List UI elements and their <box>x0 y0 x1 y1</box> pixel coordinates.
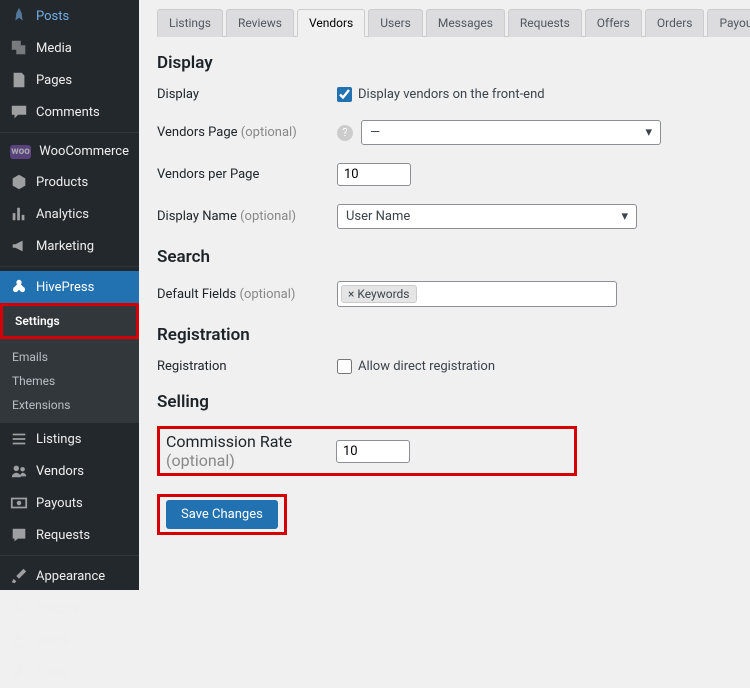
tab-vendors[interactable]: Vendors <box>297 9 365 37</box>
chart-icon <box>10 205 28 223</box>
sidebar-item-label: Requests <box>36 528 90 543</box>
help-icon[interactable]: ? <box>337 125 353 141</box>
sidebar-submenu-cont: Emails Themes Extensions <box>0 339 139 423</box>
sidebar-item-appearance[interactable]: Appearance <box>0 560 139 592</box>
sidebar-item-requests[interactable]: Requests <box>0 519 139 551</box>
section-search-title: Search <box>157 247 732 267</box>
sidebar-item-label: Marketing <box>36 239 94 254</box>
sidebar-sub-extensions[interactable]: Extensions <box>0 393 139 417</box>
sidebar-item-label: Products <box>36 175 88 190</box>
sidebar-item-tools[interactable]: Tools <box>0 656 139 688</box>
chevron-down-icon: ▾ <box>645 125 652 140</box>
tab-requests[interactable]: Requests <box>508 9 582 37</box>
sidebar-item-label: Plugins <box>36 601 79 616</box>
sidebar-item-label: WooCommerce <box>39 144 129 159</box>
sidebar-sub-themes[interactable]: Themes <box>0 369 139 393</box>
sidebar-item-products[interactable]: Products <box>0 166 139 198</box>
sidebar-item-comments[interactable]: Comments <box>0 96 139 128</box>
pin-icon <box>10 7 28 25</box>
tab-users[interactable]: Users <box>368 9 423 37</box>
save-button[interactable]: Save Changes <box>166 500 278 529</box>
sidebar-item-payouts[interactable]: Payouts <box>0 487 139 519</box>
sidebar-item-label: HivePress <box>36 280 94 295</box>
sidebar-item-label: Appearance <box>36 569 105 584</box>
sidebar-item-label: Media <box>36 41 72 56</box>
commission-highlight: Commission Rate (optional) <box>157 426 577 476</box>
display-name-label: Display Name (optional) <box>157 209 337 224</box>
section-registration-title: Registration <box>157 325 732 345</box>
plug-icon <box>10 599 28 617</box>
users-icon <box>10 462 28 480</box>
sidebar-item-label: Listings <box>36 432 81 447</box>
hivepress-icon <box>10 278 28 296</box>
vendors-per-page-input[interactable] <box>337 163 411 186</box>
allow-registration-checkbox[interactable] <box>337 359 352 374</box>
tab-listings[interactable]: Listings <box>157 9 223 37</box>
default-fields-input[interactable]: × Keywords <box>337 281 617 307</box>
display-label: Display <box>157 87 337 102</box>
admin-sidebar: Posts Media Pages Comments woo WooCommerc… <box>0 0 139 590</box>
sidebar-item-media[interactable]: Media <box>0 32 139 64</box>
sidebar-item-label: Pages <box>36 73 72 88</box>
settings-tabs: ListingsReviewsVendorsUsersMessagesReque… <box>157 8 732 37</box>
sidebar-item-listings[interactable]: Listings <box>0 423 139 455</box>
sidebar-item-vendors[interactable]: Vendors <box>0 455 139 487</box>
display-vendors-text: Display vendors on the front-end <box>358 87 545 102</box>
sidebar-item-label: Vendors <box>36 464 84 479</box>
page-icon <box>10 71 28 89</box>
tab-messages[interactable]: Messages <box>426 9 505 37</box>
tab-payouts[interactable]: Payouts <box>707 9 750 37</box>
registration-label: Registration <box>157 359 337 374</box>
list-icon <box>10 430 28 448</box>
sidebar-item-plugins[interactable]: Plugins <box>0 592 139 624</box>
allow-registration-text: Allow direct registration <box>358 359 495 374</box>
comment-icon <box>10 103 28 121</box>
sidebar-item-label: Posts <box>36 9 69 24</box>
sidebar-item-label: Tools <box>36 665 68 680</box>
sidebar-item-pages[interactable]: Pages <box>0 64 139 96</box>
chevron-down-icon: ▾ <box>621 209 628 224</box>
sidebar-submenu: Settings <box>0 303 139 339</box>
sidebar-item-woocommerce[interactable]: woo WooCommerce <box>0 137 139 166</box>
main-content: ListingsReviewsVendorsUsersMessagesReque… <box>139 0 750 590</box>
sidebar-item-label: Analytics <box>36 207 89 222</box>
woo-icon: woo <box>10 145 31 159</box>
sidebar-item-marketing[interactable]: Marketing <box>0 230 139 262</box>
request-icon <box>10 526 28 544</box>
default-fields-label: Default Fields (optional) <box>157 287 337 302</box>
media-icon <box>10 39 28 57</box>
tab-orders[interactable]: Orders <box>645 9 705 37</box>
sidebar-item-users[interactable]: Users <box>0 624 139 656</box>
sidebar-sub-emails[interactable]: Emails <box>0 345 139 369</box>
tab-reviews[interactable]: Reviews <box>226 9 294 37</box>
sidebar-item-label: Users <box>36 633 69 648</box>
per-page-label: Vendors per Page <box>157 167 337 182</box>
sidebar-sub-settings[interactable]: Settings <box>3 306 136 336</box>
display-name-select[interactable]: User Name▾ <box>337 204 637 229</box>
vendors-page-select[interactable]: —▾ <box>361 120 661 145</box>
user-icon <box>10 631 28 649</box>
sidebar-item-hivepress[interactable]: HivePress <box>0 271 139 303</box>
keywords-tag[interactable]: × Keywords <box>341 285 417 303</box>
megaphone-icon <box>10 237 28 255</box>
commission-label: Commission Rate (optional) <box>166 432 336 470</box>
money-icon <box>10 494 28 512</box>
commission-rate-input[interactable] <box>336 440 410 463</box>
save-highlight: Save Changes <box>157 494 287 535</box>
sidebar-item-analytics[interactable]: Analytics <box>0 198 139 230</box>
section-selling-title: Selling <box>157 392 732 412</box>
vendors-page-label: Vendors Page (optional) <box>157 125 337 140</box>
display-vendors-checkbox[interactable] <box>337 87 352 102</box>
box-icon <box>10 173 28 191</box>
section-display-title: Display <box>157 53 732 73</box>
brush-icon <box>10 567 28 585</box>
sidebar-item-label: Payouts <box>36 496 83 511</box>
wrench-icon <box>10 663 28 681</box>
sidebar-item-posts[interactable]: Posts <box>0 0 139 32</box>
sidebar-item-label: Comments <box>36 105 100 120</box>
tab-offers[interactable]: Offers <box>585 9 642 37</box>
